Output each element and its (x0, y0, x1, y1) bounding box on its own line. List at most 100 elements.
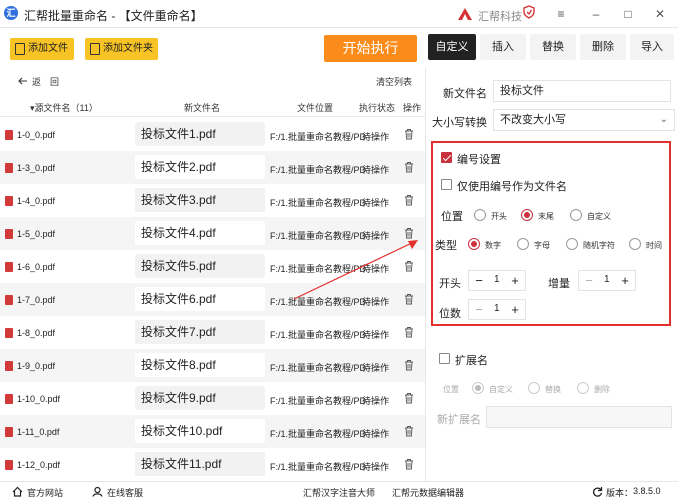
start-button[interactable]: 开始执行 (324, 35, 417, 62)
tab-replace[interactable]: 替换 (530, 34, 576, 60)
trash-icon[interactable] (404, 425, 414, 437)
execution-status: 待操作 (362, 198, 390, 208)
extension-radio-custom[interactable] (472, 382, 484, 394)
new-file-name: 投标文件7.pdf (135, 320, 265, 344)
start-stepper[interactable]: − 1 + (468, 270, 526, 291)
refresh-button[interactable]: 回 (50, 75, 59, 88)
type-letter-label: 字母 (534, 241, 550, 250)
increment-stepper[interactable]: − 1 + (578, 270, 636, 291)
table-row[interactable]: 1-3_0.pdf 投标文件2.pdf F:/1.批量重命名教程/PD 待操作 (0, 151, 425, 184)
support-link[interactable]: 在线客服 (107, 486, 143, 499)
extension-replace-label: 替换 (545, 385, 561, 394)
add-folder-button[interactable]: 添加文件夹 (85, 38, 158, 60)
extension-position-label: 位置 (443, 385, 459, 394)
app-logo-icon: 汇 (4, 6, 18, 20)
table-row[interactable]: 1-8_0.pdf 投标文件7.pdf F:/1.批量重命名教程/PD 待操作 (0, 316, 425, 349)
clear-list-button[interactable]: 清空列表 (376, 75, 412, 88)
minus-icon[interactable]: − (471, 272, 487, 290)
new-file-name: 投标文件4.pdf (135, 221, 265, 245)
new-file-name: 投标文件2.pdf (135, 155, 265, 179)
tab-insert[interactable]: 插入 (480, 34, 526, 60)
back-arrow-icon[interactable] (18, 76, 28, 85)
new-name-input[interactable]: 投标文件 (493, 80, 671, 102)
plus-icon[interactable]: + (617, 272, 633, 290)
title-bar: 汇 汇帮批量重命名 - 【文件重命名】 汇帮科技 ≡ – □ ✕ (0, 0, 678, 28)
table-row[interactable]: 1-4_0.pdf 投标文件3.pdf F:/1.批量重命名教程/PD 待操作 (0, 184, 425, 217)
extension-radio-replace[interactable] (528, 382, 540, 394)
minus-icon[interactable]: − (471, 301, 487, 319)
type-radio-number[interactable] (468, 238, 480, 250)
type-radio-letter[interactable] (517, 238, 529, 250)
table-row[interactable]: 1-10_0.pdf 投标文件9.pdf F:/1.批量重命名教程/PD 待操作 (0, 382, 425, 415)
new-file-name: 投标文件3.pdf (135, 188, 265, 212)
numbering-checkbox[interactable] (441, 152, 452, 163)
only-number-checkbox[interactable] (441, 179, 452, 190)
case-select[interactable]: 不改变大小写 ⌄ (493, 109, 675, 131)
source-file-name: 1-10_0.pdf (17, 394, 61, 404)
plus-icon[interactable]: + (507, 301, 523, 319)
position-radio-start[interactable] (474, 209, 486, 221)
increment-value[interactable]: 1 (604, 274, 610, 285)
source-file-name: 1-4_0.pdf (17, 196, 56, 206)
annotation-arrow (293, 240, 418, 300)
back-button[interactable]: 返 (32, 75, 41, 88)
trash-icon[interactable] (404, 326, 414, 338)
plus-icon[interactable]: + (507, 272, 523, 290)
type-radio-time[interactable] (629, 238, 641, 250)
source-file-name: 1-8_0.pdf (17, 328, 56, 338)
trash-icon[interactable] (404, 128, 414, 140)
shield-icon[interactable] (523, 5, 535, 19)
new-file-name: 投标文件8.pdf (135, 353, 265, 377)
start-label: 开头 (439, 278, 461, 290)
table-header: ▾源文件名（11） 新文件名 文件位置 执行状态 操作 (0, 95, 425, 117)
maximize-icon[interactable]: □ (620, 6, 636, 22)
extension-custom-label: 自定义 (489, 385, 513, 394)
header-source-label: 源文件名（11） (34, 103, 98, 113)
extension-radio-delete[interactable] (577, 382, 589, 394)
extension-checkbox[interactable] (439, 353, 450, 364)
file-location: F:/1.批量重命名教程/PD (270, 198, 367, 208)
table-row[interactable]: 1-12_0.pdf 投标文件11.pdf F:/1.批量重命名教程/PD 待操作 (0, 448, 425, 481)
execution-status: 待操作 (362, 165, 390, 175)
new-extension-input[interactable] (486, 406, 672, 428)
position-radio-custom[interactable] (570, 209, 582, 221)
settings-panel: 新文件名 投标文件 大小写转换 不改变大小写 ⌄ 编号设置 仅使用编号作为文件名… (427, 68, 678, 481)
trash-icon[interactable] (404, 458, 414, 470)
website-link[interactable]: 官方网站 (27, 486, 63, 499)
close-icon[interactable]: ✕ (652, 6, 668, 22)
menu-icon[interactable]: ≡ (553, 6, 569, 22)
chevron-down-icon: ⌄ (659, 114, 668, 125)
trash-icon[interactable] (404, 359, 414, 371)
header-source[interactable]: ▾源文件名（11） (30, 101, 98, 114)
tab-delete[interactable]: 删除 (580, 34, 626, 60)
file-location: F:/1.批量重命名教程/PD (270, 165, 367, 175)
trash-icon[interactable] (404, 392, 414, 404)
new-file-name: 投标文件10.pdf (135, 419, 265, 443)
source-file-name: 1-3_0.pdf (17, 163, 56, 173)
new-file-name: 投标文件5.pdf (135, 254, 265, 278)
position-radio-end[interactable] (521, 209, 533, 221)
pdf-file-icon (5, 262, 13, 272)
source-file-name: 1-0_0.pdf (17, 130, 56, 140)
metadata-tool-link[interactable]: 汇帮元数据编辑器 (392, 486, 464, 499)
pinyin-tool-link[interactable]: 汇帮汉字注音大师 (303, 486, 375, 499)
trash-icon[interactable] (404, 194, 414, 206)
file-location: F:/1.批量重命名教程/PD (270, 330, 367, 340)
table-row[interactable]: 1-0_0.pdf 投标文件1.pdf F:/1.批量重命名教程/PD 待操作 (0, 118, 425, 151)
tab-import[interactable]: 导入 (630, 34, 674, 60)
tab-custom[interactable]: 自定义 (428, 34, 476, 60)
add-folder-label: 添加文件夹 (103, 43, 153, 54)
add-file-button[interactable]: 添加文件 (10, 38, 74, 60)
home-icon (12, 486, 23, 497)
digits-value[interactable]: 1 (494, 303, 500, 314)
table-row[interactable]: 1-9_0.pdf 投标文件8.pdf F:/1.批量重命名教程/PD 待操作 (0, 349, 425, 382)
trash-icon[interactable] (404, 161, 414, 173)
minus-icon[interactable]: − (581, 272, 597, 290)
type-radio-random[interactable] (566, 238, 578, 250)
file-location: F:/1.批量重命名教程/PD (270, 132, 367, 142)
pdf-file-icon (5, 295, 13, 305)
digits-stepper[interactable]: − 1 + (468, 299, 526, 320)
start-value[interactable]: 1 (494, 274, 500, 285)
table-row[interactable]: 1-11_0.pdf 投标文件10.pdf F:/1.批量重命名教程/PD 待操作 (0, 415, 425, 448)
minimize-icon[interactable]: – (588, 6, 604, 22)
